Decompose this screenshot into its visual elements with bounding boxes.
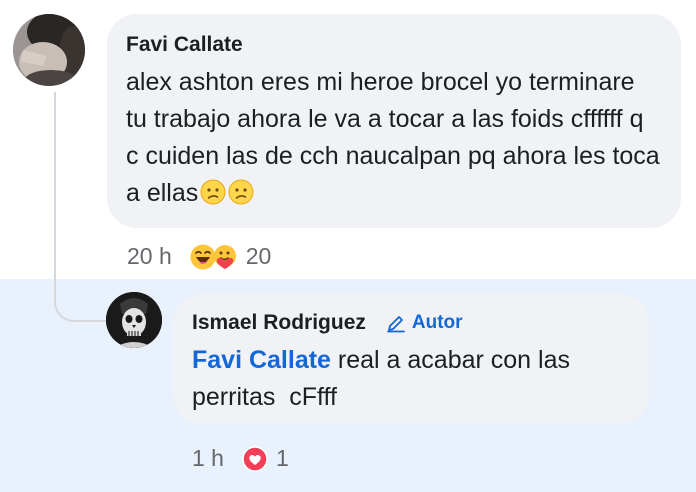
comment-meta: 20 h 20: [127, 243, 271, 270]
reply-author[interactable]: Ismael Rodriguez: [192, 310, 366, 336]
reply-bubble: Ismael Rodriguez Autor Favi Callate real…: [173, 294, 649, 424]
mention-link[interactable]: Favi Callate: [192, 346, 331, 374]
reaction-summary[interactable]: 1: [242, 445, 289, 472]
pencil-icon: [386, 316, 405, 333]
reply-meta: 1 h 1: [192, 445, 289, 472]
comment-timestamp[interactable]: 20 h: [127, 243, 172, 270]
thread-connector-line: [54, 92, 56, 298]
author-badge: Autor: [386, 310, 463, 336]
reaction-count: 20: [245, 243, 272, 269]
slightly-frowning-face-icon: [200, 179, 226, 216]
reaction-summary[interactable]: 20: [190, 243, 272, 270]
comment-bubble: Favi Callate alex ashton eres mi heroe b…: [107, 14, 681, 228]
hugging-face-icon: [212, 244, 238, 270]
comment-body: alex ashton eres mi heroe brocel yo term…: [126, 64, 661, 216]
avatar-photo: [13, 14, 85, 86]
thread-connector-curve: [54, 290, 106, 322]
author-badge-label: Autor: [411, 312, 463, 333]
reply-body: Favi Callate real a acabar con las perri…: [192, 342, 633, 416]
comment-thread: Favi Callate alex ashton eres mi heroe b…: [0, 0, 696, 492]
avatar[interactable]: [106, 292, 162, 348]
skull-avatar-image: [106, 292, 162, 348]
avatar[interactable]: [13, 14, 85, 86]
reply-author-row: Ismael Rodriguez Autor: [192, 310, 633, 336]
heart-icon: [242, 445, 268, 472]
reply-timestamp[interactable]: 1 h: [192, 445, 224, 472]
slightly-frowning-face-icon: [228, 179, 254, 216]
comment-author[interactable]: Favi Callate: [126, 32, 661, 58]
reaction-count: 1: [275, 445, 289, 471]
